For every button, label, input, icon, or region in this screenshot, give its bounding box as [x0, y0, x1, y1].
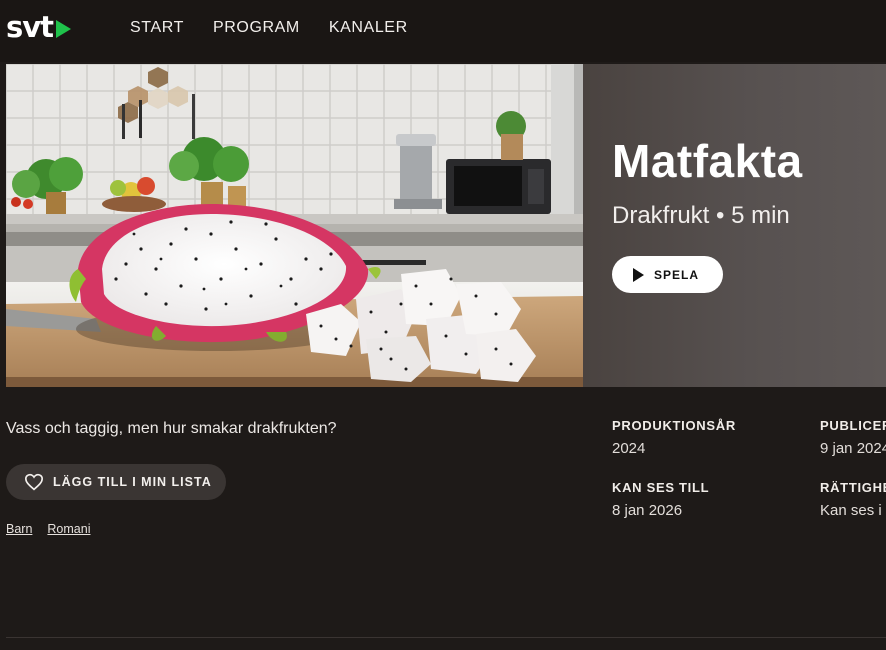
tag-list: Barn Romani	[6, 522, 90, 536]
main-nav: START PROGRAM KANALER	[130, 18, 408, 38]
show-title: Matfakta	[612, 135, 803, 187]
logo-play-icon	[56, 19, 72, 38]
tag-link[interactable]: Romani	[47, 522, 90, 536]
dragon-fruit-illustration	[6, 64, 583, 387]
meta-label-rights: RÄTTIGHE	[820, 480, 886, 495]
meta-label-production-year: PRODUKTIONSÅR	[612, 418, 736, 433]
meta-value-production-year: 2024	[612, 440, 646, 457]
meta-label-published: PUBLICER	[820, 418, 886, 433]
tag-link[interactable]: Barn	[6, 522, 32, 536]
section-divider	[6, 637, 886, 638]
nav-kanaler[interactable]: KANALER	[329, 18, 408, 38]
nav-start[interactable]: START	[130, 18, 184, 38]
meta-value-rights: Kan ses i	[820, 502, 882, 519]
svt-logo[interactable]: svt	[6, 10, 72, 44]
nav-program[interactable]: PROGRAM	[213, 18, 300, 38]
hero-info-panel: Matfakta Drakfrukt • 5 min SPELA	[583, 64, 886, 387]
play-button-label: SPELA	[654, 267, 700, 282]
top-header: svt START PROGRAM KANALER	[0, 0, 886, 62]
play-button[interactable]: SPELA	[612, 256, 723, 293]
episode-description: Vass och taggig, men hur smakar drakfruk…	[6, 420, 337, 437]
add-to-list-label: LÄGG TILL I MIN LISTA	[53, 475, 212, 489]
meta-value-available-until: 8 jan 2026	[612, 502, 683, 519]
episode-subtitle: Drakfrukt • 5 min	[612, 202, 790, 229]
add-to-list-button[interactable]: LÄGG TILL I MIN LISTA	[6, 464, 226, 500]
heart-icon	[24, 473, 44, 491]
play-icon	[633, 267, 644, 282]
svt-logo-text: svt	[6, 10, 54, 44]
meta-label-available-until: KAN SES TILL	[612, 480, 710, 495]
hero-image	[6, 64, 583, 387]
meta-value-published: 9 jan 2024	[820, 440, 886, 457]
